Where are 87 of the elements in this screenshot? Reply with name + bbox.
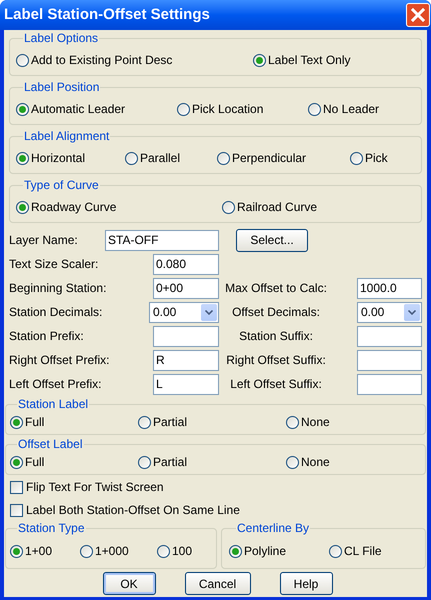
- field-label: Station Decimals:: [9, 304, 104, 321]
- dialog-button[interactable]: OK: [102, 572, 156, 595]
- radio-button[interactable]: [177, 102, 190, 116]
- window-title: Label Station-Offset Settings: [4, 4, 210, 25]
- radio-label: Partial: [153, 414, 188, 431]
- field-label: Station Prefix:: [9, 328, 85, 345]
- radio-label: Partial: [153, 454, 188, 471]
- radio-label: Pick: [365, 150, 388, 167]
- radio-button[interactable]: [286, 416, 299, 428]
- input-field[interactable]: 1000.0: [357, 278, 422, 298]
- field-label: Text Size Scaler:: [9, 256, 100, 273]
- radio-label: None: [301, 414, 330, 431]
- radio-button[interactable]: [10, 416, 23, 428]
- radio-label: Label Text Only: [268, 52, 350, 69]
- group-title: Station Label: [17, 397, 90, 411]
- radio-label: Polyline: [244, 543, 286, 560]
- select-button[interactable]: Select...: [236, 228, 308, 252]
- radio-label: 100: [172, 543, 192, 560]
- radio-label: Pick Location: [192, 101, 264, 118]
- radio-label: None: [301, 454, 330, 471]
- field-label: Left Offset Prefix:: [9, 376, 102, 393]
- input-field[interactable]: [357, 326, 422, 346]
- close-button[interactable]: [406, 3, 430, 27]
- group-title: Label Position: [23, 80, 100, 94]
- radio-label: Automatic Leader: [31, 101, 126, 118]
- field-label: Layer Name:: [9, 232, 79, 249]
- radio-label: Full: [25, 454, 44, 471]
- input-field[interactable]: R: [153, 350, 219, 370]
- radio-button[interactable]: [16, 54, 29, 66]
- group-title: Label Alignment: [23, 129, 110, 143]
- radio-button[interactable]: [308, 102, 321, 116]
- dropdown[interactable]: 0.00: [149, 302, 219, 322]
- radio-button[interactable]: [138, 416, 151, 428]
- group-title: Offset Label: [17, 437, 84, 451]
- group-title: Centerline By: [236, 521, 310, 535]
- radio-button[interactable]: [80, 544, 93, 558]
- dialog-button[interactable]: Cancel: [184, 572, 250, 595]
- checkbox-label: Label Both Station-Offset On Same Line: [26, 502, 240, 519]
- input-field[interactable]: STA-OFF: [105, 230, 219, 250]
- radio-label: Railroad Curve: [237, 199, 318, 216]
- group-title: Type of Curve: [23, 178, 100, 192]
- dialog-button[interactable]: Help: [280, 572, 332, 595]
- radio-button[interactable]: [286, 456, 299, 468]
- radio-button[interactable]: [329, 544, 342, 558]
- radio-button[interactable]: [125, 152, 138, 164]
- checkbox-label: Flip Text For Twist Screen: [26, 479, 164, 496]
- radio-button[interactable]: [10, 456, 23, 468]
- radio-button[interactable]: [253, 54, 266, 66]
- radio-label: CL File: [344, 543, 382, 560]
- field-label: Beginning Station:: [9, 280, 108, 297]
- radio-button[interactable]: [157, 544, 170, 558]
- radio-button[interactable]: [16, 200, 29, 214]
- radio-button[interactable]: [16, 152, 29, 164]
- input-field[interactable]: [153, 326, 219, 346]
- radio-button[interactable]: [16, 102, 29, 116]
- group-title: Label Options: [23, 31, 100, 45]
- input-field[interactable]: 0+00: [153, 278, 219, 298]
- field-label: Offset Decimals:: [231, 304, 321, 321]
- radio-button[interactable]: [138, 456, 151, 468]
- radio-label: Roadway Curve: [31, 199, 116, 216]
- input-field[interactable]: 0.080: [153, 254, 219, 274]
- close-icon: [411, 8, 425, 22]
- field-label: Left Offset Suffix:: [229, 376, 323, 393]
- radio-label: Add to Existing Point Desc: [31, 52, 172, 69]
- radio-button[interactable]: [350, 152, 363, 164]
- field-label: Max Offset to Calc:: [224, 280, 328, 297]
- dropdown[interactable]: 0.00: [357, 302, 422, 322]
- radio-button[interactable]: [10, 544, 23, 558]
- radio-label: No Leader: [323, 101, 380, 118]
- radio-button[interactable]: [217, 152, 230, 164]
- radio-button[interactable]: [229, 544, 242, 558]
- radio-label: Horizontal: [31, 150, 86, 167]
- radio-label: Full: [25, 414, 44, 431]
- radio-label: Perpendicular: [232, 150, 306, 167]
- input-field[interactable]: L: [153, 374, 219, 394]
- field-label: Station Suffix:: [238, 328, 314, 345]
- radio-label: 1+00: [25, 543, 52, 560]
- field-label: Right Offset Prefix:: [9, 352, 110, 369]
- group-title: Station Type: [17, 521, 86, 535]
- radio-label: Parallel: [140, 150, 180, 167]
- checkbox[interactable]: [10, 504, 23, 516]
- checkbox[interactable]: [10, 480, 23, 494]
- field-label: Right Offset Suffix:: [225, 352, 327, 369]
- radio-label: 1+000: [95, 543, 129, 560]
- radio-button[interactable]: [222, 200, 235, 214]
- input-field[interactable]: [357, 350, 422, 370]
- input-field[interactable]: [357, 374, 422, 394]
